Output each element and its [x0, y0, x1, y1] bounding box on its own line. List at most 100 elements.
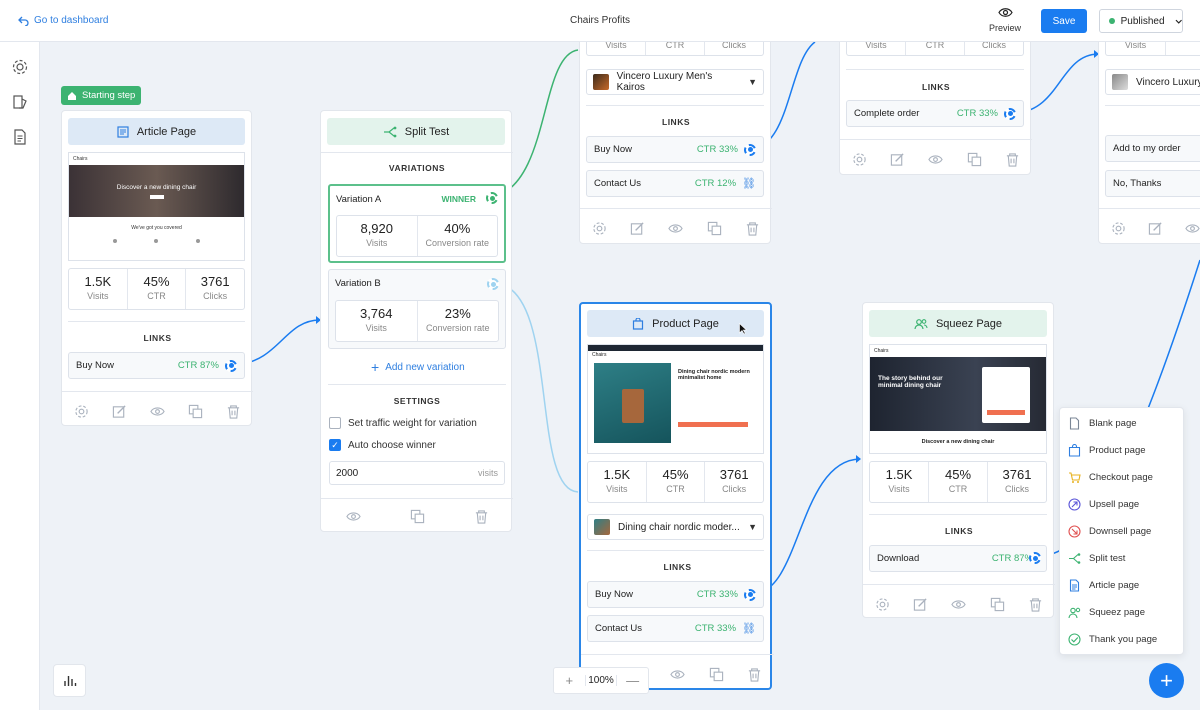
eye-icon[interactable] [951, 597, 967, 612]
link-row[interactable]: Download CTR 87% [869, 545, 1047, 572]
auto-winner-checkbox[interactable]: ✓ Auto choose winner [329, 439, 436, 451]
split-card-header[interactable]: Split Test [327, 118, 505, 145]
trash-icon[interactable] [474, 509, 489, 524]
checkbox-unchecked[interactable] [329, 417, 341, 429]
product-select[interactable]: Vincero Luxury Men's Kairos ▼ [586, 69, 764, 95]
eye-icon[interactable] [345, 509, 361, 524]
link-row[interactable]: No, Thanks [1105, 170, 1200, 197]
menu-item-product-page[interactable]: Product page [1068, 442, 1146, 458]
trash-icon[interactable] [1028, 597, 1043, 612]
analytics-button[interactable] [53, 664, 86, 697]
connection-port[interactable] [486, 192, 498, 204]
link-row[interactable]: Buy Now CTR 33% [587, 581, 764, 608]
menu-item-squeez-page[interactable]: Squeez page [1068, 604, 1145, 620]
connection-port[interactable] [744, 588, 756, 601]
duplicate-icon[interactable] [410, 509, 425, 524]
document-icon[interactable] [11, 128, 29, 146]
menu-item-thank-you-page[interactable]: Thank you page [1068, 631, 1157, 647]
menu-item-blank-page[interactable]: Blank page [1068, 415, 1137, 431]
eye-icon[interactable] [668, 221, 684, 236]
edit-icon[interactable] [913, 597, 928, 612]
connection-port[interactable] [1004, 107, 1016, 120]
link-row[interactable]: Add to my order [1105, 135, 1200, 162]
link-row[interactable]: Buy Now CTR 87% [68, 352, 245, 379]
checkbox-checked[interactable]: ✓ [329, 439, 341, 451]
trash-icon[interactable] [747, 667, 762, 682]
link-row[interactable]: Buy Now CTR 33% [586, 136, 764, 163]
variation-a[interactable]: Variation A WINNER 8,920 Visits 40% Conver… [328, 184, 506, 263]
gear-icon[interactable] [1111, 221, 1126, 236]
gear-icon[interactable] [11, 58, 29, 76]
gear-icon[interactable] [74, 404, 89, 419]
eye-icon[interactable] [150, 404, 165, 419]
article-page-card[interactable]: Article Page Chairs Discover a new dinin… [61, 110, 253, 426]
menu-item-downsell-page[interactable]: Downsell page [1068, 523, 1151, 539]
gear-icon[interactable] [852, 152, 867, 167]
link-row[interactable]: Complete order CTR 33% [846, 100, 1024, 127]
add-variation-button[interactable]: + Add new variation [371, 359, 465, 375]
traffic-weight-checkbox[interactable]: Set traffic weight for variation [329, 417, 477, 429]
product-thumbnail [1112, 74, 1128, 90]
link-row[interactable]: Contact Us CTR 12% ⛓ [586, 170, 764, 197]
auto-winner-label: Auto choose winner [348, 439, 436, 451]
link-label: Contact Us [594, 178, 641, 189]
duplicate-icon[interactable] [188, 404, 203, 419]
duplicate-icon[interactable] [707, 221, 722, 236]
edit-icon[interactable] [112, 404, 127, 419]
duplicate-icon[interactable] [967, 152, 982, 167]
trash-icon[interactable] [745, 221, 760, 236]
product-card-header[interactable]: Product Page [587, 310, 764, 337]
connection-port[interactable] [487, 278, 499, 290]
product-select[interactable]: Vincero Luxury [1105, 69, 1200, 95]
publish-status-dropdown[interactable]: Published [1099, 9, 1183, 33]
zoom-out-button[interactable]: — [617, 673, 648, 688]
stat-visits: 1.5K Visits [870, 462, 929, 502]
order-card-top[interactable]: Visits CTR Clicks LINKS Complete order C… [839, 20, 1032, 175]
menu-item-split-test[interactable]: Split test [1068, 550, 1125, 566]
upsell-card-far[interactable]: Visits Vincero Luxury Add to my order No… [1098, 20, 1200, 244]
squeeze-stats: 1.5K Visits 45% CTR 3761 Clicks [869, 461, 1047, 503]
product-card-top[interactable]: Visits CTR Clicks Vincero Luxury Men's K… [579, 20, 772, 244]
add-page-fab[interactable]: + [1149, 663, 1184, 698]
product-page-icon [1068, 443, 1081, 457]
product-page-card[interactable]: Product Page Chairs Dining chair nordic … [579, 302, 774, 690]
squeeze-card-header[interactable]: Squeez Page [869, 310, 1047, 337]
card-actions [62, 401, 253, 421]
gear-icon[interactable] [592, 221, 607, 236]
templates-icon[interactable] [11, 93, 29, 111]
variation-b[interactable]: Variation B 3,764 Visits 23% Conversion ra… [328, 269, 506, 349]
visits-input[interactable]: 2000 visits [329, 461, 505, 485]
zoom-in-button[interactable]: + [554, 673, 585, 688]
menu-item-checkout-page[interactable]: Checkout page [1068, 469, 1153, 485]
menu-item-upsell-page[interactable]: Upsell page [1068, 496, 1139, 512]
edit-icon[interactable] [1148, 221, 1163, 236]
eye-icon[interactable] [928, 152, 944, 167]
menu-item-article-page[interactable]: Article page [1068, 577, 1139, 593]
gear-icon[interactable] [875, 597, 890, 612]
link-icon[interactable]: ⛓ [742, 177, 756, 190]
connection-port[interactable] [1029, 552, 1041, 564]
duplicate-icon[interactable] [709, 667, 724, 682]
squeeze-page-card[interactable]: Squeez Page Chairs The story behind our … [862, 302, 1055, 618]
stat-visits: 1.5K Visits [588, 462, 647, 502]
split-test-card[interactable]: Split Test VARIATIONS Variation A WINNER… [320, 110, 513, 532]
stat-ctr: 45% CTR [128, 269, 187, 309]
save-button[interactable]: Save [1041, 9, 1087, 33]
preview-button[interactable]: Preview [988, 7, 1022, 33]
product-select[interactable]: Dining chair nordic moder... ▼ [587, 514, 764, 540]
links-heading: LINKS [662, 117, 690, 127]
link-icon[interactable]: ⛓ [742, 622, 756, 635]
edit-icon[interactable] [630, 221, 645, 236]
trash-icon[interactable] [1005, 152, 1020, 167]
link-row[interactable]: Contact Us CTR 33% ⛓ [587, 615, 764, 642]
trash-icon[interactable] [226, 404, 241, 419]
connection-port[interactable] [225, 359, 237, 372]
eye-icon[interactable] [670, 667, 685, 682]
eye-icon[interactable] [1185, 221, 1200, 236]
article-stats: 1.5K Visits 45% CTR 3761 Clicks [68, 268, 245, 310]
edit-icon[interactable] [890, 152, 905, 167]
article-card-header[interactable]: Article Page [68, 118, 245, 145]
duplicate-icon[interactable] [990, 597, 1005, 612]
thumb-hero: The story behind our minimal dining chai… [870, 357, 1046, 431]
connection-port[interactable] [744, 143, 756, 156]
